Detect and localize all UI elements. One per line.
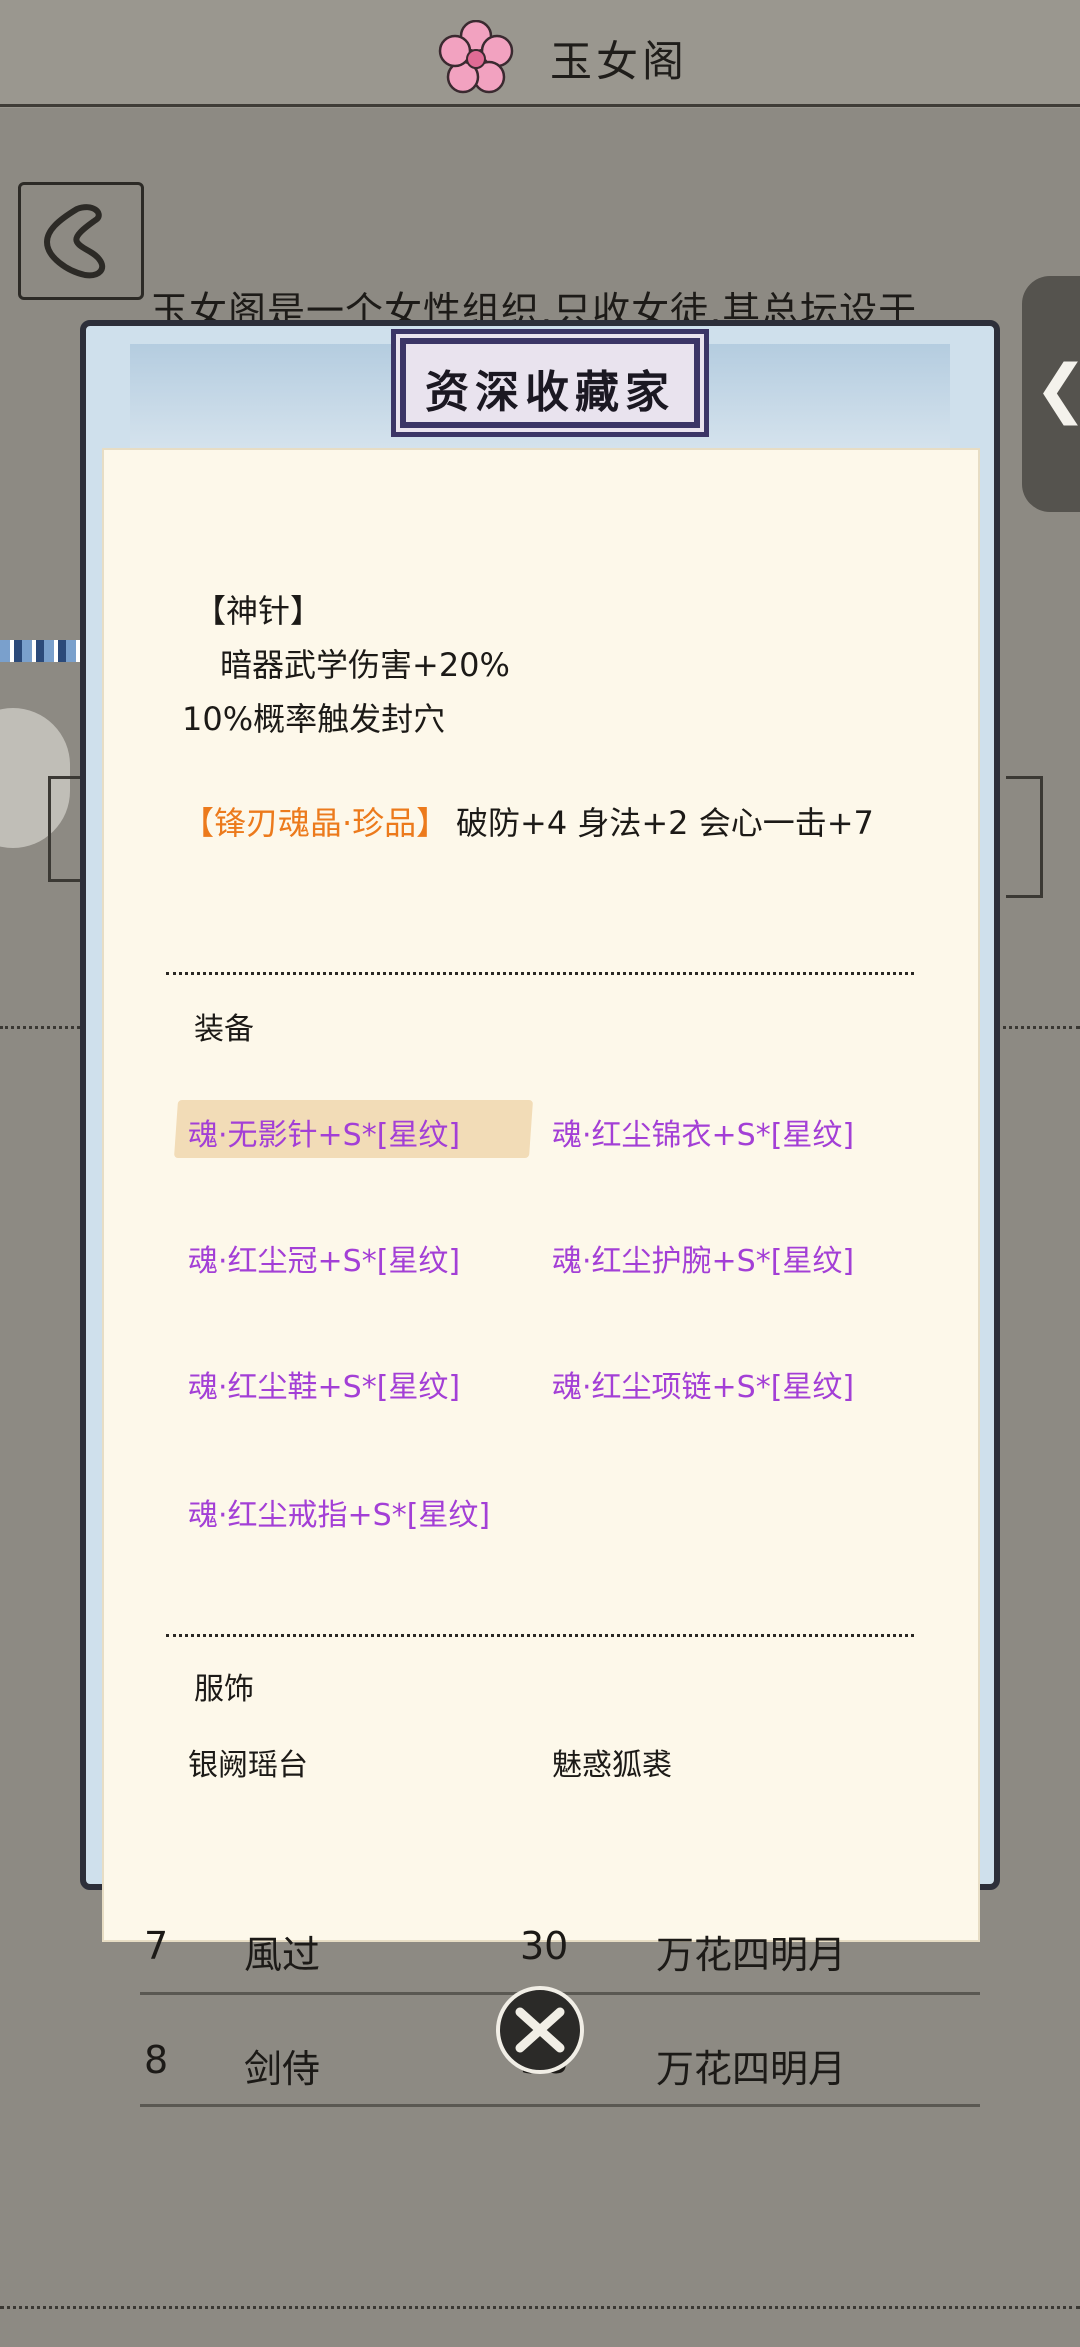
side-panel-toggle[interactable]: ❮ [1022, 276, 1080, 512]
modal-title-plaque: 资深收藏家 [400, 338, 700, 428]
bg-frame-left [48, 776, 81, 882]
equipment-item[interactable]: 魂·无影针+S*[星纹] [188, 1110, 460, 1154]
costume-item[interactable]: 银阙瑶台 [188, 1740, 308, 1784]
equipment-item[interactable]: 魂·红尘项链+S*[星纹] [552, 1362, 854, 1406]
flower-icon [438, 19, 514, 96]
bg-divider [0, 2306, 1080, 2312]
section-divider [166, 972, 914, 975]
header-divider [0, 104, 1080, 107]
school-cell: 万花四明月 [656, 2047, 847, 2091]
equipment-item[interactable]: 魂·红尘鞋+S*[星纹] [188, 1362, 460, 1406]
gem-stats: 破防+4 身法+2 会心一击+7 [456, 804, 874, 842]
skill-effect-2: 10%概率触发封穴 [182, 700, 446, 738]
name-cell: 風过 [244, 1933, 321, 1977]
page-title: 玉女阁 [550, 37, 689, 86]
costume-header: 服饰 [194, 1672, 254, 1707]
modal-title: 资深收藏家 [425, 367, 675, 418]
equipment-item[interactable]: 魂·红尘戒指+S*[星纹] [188, 1490, 490, 1534]
skill-effect-1: 暗器武学伤害+20% [220, 646, 510, 684]
rank-cell: 7 [144, 1924, 169, 1968]
back-button[interactable] [18, 182, 144, 300]
name-cell: 剑侍 [244, 2047, 321, 2091]
equipment-header: 装备 [194, 1012, 254, 1047]
equipment-item[interactable]: 魂·红尘锦衣+S*[星纹] [552, 1110, 854, 1154]
rank-cell: 8 [144, 2038, 169, 2082]
section-divider [166, 1634, 914, 1637]
costume-item[interactable]: 魅惑狐裘 [552, 1740, 672, 1784]
back-icon [44, 204, 106, 279]
close-button[interactable] [496, 1986, 584, 2074]
header-bar [0, 0, 1080, 108]
row-divider [140, 2104, 980, 2107]
bg-frame-right [1006, 776, 1043, 898]
chevron-left-icon: ❮ [1034, 352, 1080, 426]
school-cell: 万花四明月 [656, 1933, 847, 1977]
level-cell: 30 [520, 1924, 569, 1968]
equipment-item[interactable]: 魂·红尘冠+S*[星纹] [188, 1236, 460, 1280]
skill-name: 【神针】 [194, 592, 323, 630]
equipment-item[interactable]: 魂·红尘护腕+S*[星纹] [552, 1236, 854, 1280]
gem-label: 【锋刃魂晶·珍品】 [182, 804, 449, 842]
close-icon [515, 2000, 565, 2053]
